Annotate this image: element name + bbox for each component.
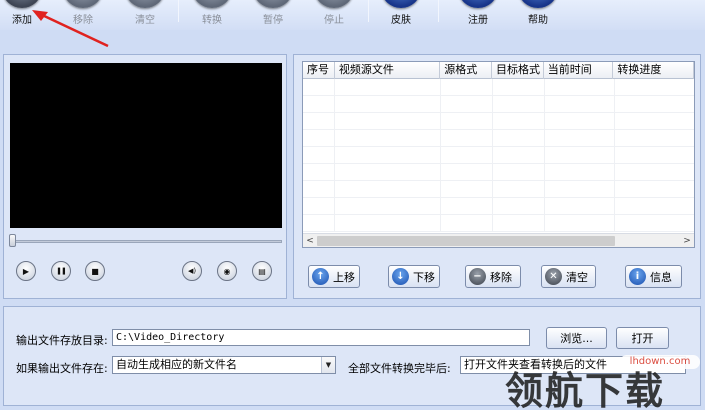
empty-row xyxy=(303,113,694,130)
clear-list-button[interactable]: ✕ 清空 xyxy=(541,265,596,288)
pause-button[interactable]: 暂停 xyxy=(246,0,300,30)
annotation-arrow-icon xyxy=(32,10,109,48)
stop-icon xyxy=(315,0,353,8)
convert-button[interactable]: 转换 xyxy=(185,0,239,30)
minus-icon: − xyxy=(469,268,486,285)
column-header-source-format[interactable]: 源格式 xyxy=(440,62,493,79)
register-button[interactable]: 注册 xyxy=(451,0,505,30)
help-button[interactable]: 帮助 xyxy=(511,0,565,30)
move-up-button[interactable]: ↑ 上移 xyxy=(308,265,360,288)
video-preview xyxy=(10,63,282,228)
seek-bar[interactable] xyxy=(10,240,282,243)
empty-row xyxy=(303,164,694,181)
output-dir-label: 输出文件存放目录: xyxy=(16,334,108,347)
clear-button[interactable]: 清空 xyxy=(118,0,172,30)
empty-row xyxy=(303,96,694,113)
skin-icon xyxy=(382,0,420,8)
toolbar-separator xyxy=(178,0,179,22)
info-label: 信息 xyxy=(650,270,672,284)
toolbar-separator xyxy=(438,0,439,22)
play-icon: ▶ xyxy=(22,266,30,276)
folder-icon: ▤ xyxy=(258,266,266,276)
file-exists-select[interactable]: 自动生成相应的新文件名 ▼ xyxy=(112,356,336,374)
column-header-current-time[interactable]: 当前时间 xyxy=(544,62,614,79)
empty-row xyxy=(303,181,694,198)
clear-list-label: 清空 xyxy=(566,270,588,284)
convert-icon xyxy=(193,0,231,8)
snapshot-button[interactable]: ◉ xyxy=(217,261,237,281)
column-header-index[interactable]: 序号 xyxy=(303,62,335,79)
volume-button[interactable]: ◀) xyxy=(182,261,202,281)
after-convert-label: 全部文件转换完毕后: xyxy=(348,362,451,375)
file-exists-value: 自动生成相应的新文件名 xyxy=(116,358,237,371)
stop-label: 停止 xyxy=(324,15,344,26)
empty-row xyxy=(303,130,694,147)
browse-button[interactable]: 浏览... xyxy=(546,327,607,349)
move-down-label: 下移 xyxy=(413,270,435,284)
pause-label: 暂停 xyxy=(263,15,283,26)
skin-label: 皮肤 xyxy=(391,15,411,26)
file-list[interactable]: 序号 视频源文件 源格式 目标格式 当前时间 转换进度 < > xyxy=(302,61,695,248)
seek-handle[interactable] xyxy=(9,234,16,247)
register-icon xyxy=(459,0,497,8)
empty-row xyxy=(303,215,694,232)
play-button[interactable]: ▶ xyxy=(16,261,36,281)
remove-item-label: 移除 xyxy=(490,270,512,284)
column-header-target-format[interactable]: 目标格式 xyxy=(492,62,544,79)
register-label: 注册 xyxy=(468,15,488,26)
column-header-source-file[interactable]: 视频源文件 xyxy=(335,62,441,79)
scroll-right-icon[interactable]: > xyxy=(681,235,693,247)
watermark-logo: 领航下载 xyxy=(505,368,666,410)
info-icon: i xyxy=(629,268,646,285)
arrow-up-icon: ↑ xyxy=(312,268,329,285)
pause-icon: ❚❚ xyxy=(56,267,67,275)
volume-icon: ◀) xyxy=(187,267,197,275)
help-icon xyxy=(519,0,557,8)
info-button[interactable]: i 信息 xyxy=(625,265,682,288)
move-down-button[interactable]: ↓ 下移 xyxy=(388,265,440,288)
list-header: 序号 视频源文件 源格式 目标格式 当前时间 转换进度 xyxy=(303,62,694,79)
column-header-progress[interactable]: 转换进度 xyxy=(613,62,694,79)
empty-row xyxy=(303,147,694,164)
file-list-panel: 序号 视频源文件 源格式 目标格式 当前时间 转换进度 < > ↑ 上移 ↓ 下… xyxy=(293,54,701,299)
move-up-label: 上移 xyxy=(333,270,355,284)
player-panel: ▶ ❚❚ ■ ◀) ◉ ▤ xyxy=(3,54,287,299)
convert-label: 转换 xyxy=(202,15,222,26)
pause-icon xyxy=(254,0,292,8)
stop-icon: ■ xyxy=(91,266,99,276)
close-icon: ✕ xyxy=(545,268,562,285)
scroll-left-icon[interactable]: < xyxy=(304,235,316,247)
toolbar-separator xyxy=(368,0,369,22)
output-dir-field[interactable]: C:\Video_Directory xyxy=(112,329,530,346)
stop-button[interactable]: 停止 xyxy=(307,0,361,30)
arrow-down-icon: ↓ xyxy=(392,268,409,285)
file-exists-label: 如果输出文件存在: xyxy=(16,362,108,375)
help-label: 帮助 xyxy=(528,15,548,26)
open-folder-button[interactable]: ▤ xyxy=(252,261,272,281)
clear-label: 清空 xyxy=(135,15,155,26)
clear-icon xyxy=(126,0,164,8)
open-folder-text-button[interactable]: 打开 xyxy=(616,327,669,349)
skin-button[interactable]: 皮肤 xyxy=(374,0,428,30)
remove-item-button[interactable]: − 移除 xyxy=(465,265,521,288)
list-rows xyxy=(303,79,694,233)
snapshot-icon: ◉ xyxy=(223,266,231,276)
scrollbar-thumb[interactable] xyxy=(317,236,615,246)
chevron-down-icon[interactable]: ▼ xyxy=(321,357,335,373)
pause-playback-button[interactable]: ❚❚ xyxy=(51,261,71,281)
empty-row xyxy=(303,79,694,96)
horizontal-scrollbar[interactable]: < > xyxy=(303,233,694,247)
empty-row xyxy=(303,198,694,215)
stop-playback-button[interactable]: ■ xyxy=(85,261,105,281)
